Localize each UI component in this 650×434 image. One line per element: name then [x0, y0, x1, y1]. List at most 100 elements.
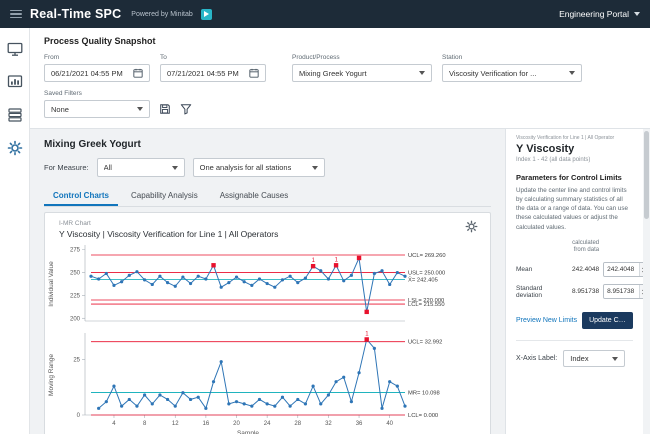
chevron-down-icon	[172, 166, 178, 170]
product-process-label: Product/Process	[292, 54, 432, 61]
server-icon	[7, 107, 23, 123]
analysis-column: Mixing Greek Yogurt For Measure: All One…	[30, 129, 505, 434]
vertical-scrollbar[interactable]	[643, 129, 650, 434]
parameters-title: Parameters for Control Limits	[516, 173, 633, 182]
chart-board-icon	[7, 74, 23, 90]
main-content: Process Quality Snapshot From 06/21/2021…	[30, 28, 650, 434]
chevron-down-icon	[634, 12, 640, 16]
analysis-mode-value: One analysis for all stations	[200, 163, 292, 172]
limits-actions: Preview New Limits Update Control Limits	[516, 312, 633, 329]
svg-text:40: 40	[386, 421, 393, 427]
svg-text:275: 275	[70, 248, 81, 254]
process-section-title: Mixing Greek Yogurt	[44, 139, 491, 150]
sidebar-nav	[0, 28, 30, 434]
svg-text:1: 1	[335, 257, 339, 263]
filter-funnel-icon	[180, 103, 192, 115]
svg-text:12: 12	[172, 421, 179, 427]
index-range-label: Index 1 - 42 (all data points)	[516, 157, 633, 163]
svg-text:8: 8	[143, 421, 147, 427]
mean-calculated-value: 242.4048	[572, 266, 599, 273]
svg-text:32: 32	[325, 421, 332, 427]
monitor-icon	[7, 41, 23, 57]
svg-text:225: 225	[70, 293, 81, 299]
svg-text:UCL= 269.260: UCL= 269.260	[408, 253, 446, 259]
mean-input-wrap	[603, 262, 643, 277]
mean-input[interactable]	[604, 263, 639, 276]
individuals-chart[interactable]: 200 225 250 275 UCL= 269.260 USL= 250.000X̄= …	[45, 241, 491, 327]
tab-assignable-causes[interactable]: Assignable Causes	[211, 186, 297, 206]
product-process-value: Mixing Greek Yogurt	[299, 69, 367, 78]
calculated-from-data-header: calculated from data	[572, 240, 599, 256]
station-value: Viscosity Verification for ...	[449, 69, 536, 78]
to-date-input[interactable]: 07/21/2021 04:55 PM	[160, 64, 266, 82]
svg-text:Individual Value: Individual Value	[48, 261, 55, 307]
for-measure-label: For Measure:	[44, 163, 89, 172]
svg-text:20: 20	[233, 421, 240, 427]
svg-text:MR= 10.098: MR= 10.098	[408, 391, 440, 397]
std-dev-calculated-value: 8.951738	[572, 288, 599, 295]
svg-text:LCL= 215.550: LCL= 215.550	[408, 302, 445, 308]
svg-text:0: 0	[77, 413, 81, 419]
save-filter-button[interactable]	[159, 103, 171, 115]
moving-range-chart[interactable]: 025481216202428323640SampleUCL= 32.992MR…	[45, 327, 491, 434]
app-root: Real-Time SPC Powered by Minitab Enginee…	[0, 0, 650, 434]
saved-filters-label: Saved Filters	[44, 90, 192, 97]
svg-text:LCL= 0.000: LCL= 0.000	[408, 413, 438, 419]
analysis-mode-select[interactable]: One analysis for all stations	[193, 158, 325, 177]
from-date-value: 06/21/2021 04:55 PM	[51, 69, 123, 78]
gear-icon	[465, 220, 478, 233]
gear-icon	[7, 140, 23, 156]
svg-text:36: 36	[356, 421, 363, 427]
portal-menu-button[interactable]: Engineering Portal	[559, 9, 640, 19]
x-axis-row: X-Axis Label: Index	[516, 350, 633, 367]
x-axis-value: Index	[570, 354, 588, 363]
svg-text:X̄= 242.405: X̄= 242.405	[408, 277, 438, 284]
update-control-limits-button[interactable]: Update Control Limits	[582, 312, 633, 329]
product-process-select[interactable]: Mixing Greek Yogurt	[292, 64, 432, 82]
svg-text:4: 4	[112, 421, 116, 427]
svg-text:USL= 250.000: USL= 250.000	[408, 271, 445, 277]
panel-title: Process Quality Snapshot	[44, 36, 636, 46]
sidebar-item-data[interactable]	[6, 106, 24, 124]
from-date-input[interactable]: 06/21/2021 04:55 PM	[44, 64, 150, 82]
to-date-value: 07/21/2021 04:55 PM	[167, 69, 239, 78]
minitab-logo-icon	[201, 9, 212, 20]
station-select[interactable]: Viscosity Verification for ...	[442, 64, 582, 82]
svg-text:16: 16	[203, 421, 210, 427]
sidebar-item-dashboards[interactable]	[6, 73, 24, 91]
scrollbar-thumb[interactable]	[644, 131, 649, 219]
workspace-columns: Mixing Greek Yogurt For Measure: All One…	[30, 129, 650, 434]
process-quality-snapshot-panel: Process Quality Snapshot From 06/21/2021…	[30, 28, 650, 129]
portal-label: Engineering Portal	[559, 9, 629, 19]
imr-chart-card: I-MR Chart Y Viscosity | Viscosity Verif…	[44, 212, 491, 434]
x-axis-select[interactable]: Index	[563, 350, 625, 367]
tab-control-charts[interactable]: Control Charts	[44, 186, 118, 206]
chart-header: I-MR Chart Y Viscosity | Viscosity Verif…	[45, 213, 490, 241]
save-icon	[159, 103, 171, 115]
svg-text:24: 24	[264, 421, 271, 427]
chevron-down-icon	[612, 357, 618, 361]
top-header: Real-Time SPC Powered by Minitab Enginee…	[0, 0, 650, 28]
station-label: Station	[442, 54, 582, 61]
svg-text:UCL= 32.992: UCL= 32.992	[408, 340, 442, 346]
svg-text:25: 25	[73, 357, 80, 363]
details-divider	[516, 340, 633, 341]
svg-text:250: 250	[70, 271, 81, 277]
chart-settings-button[interactable]	[465, 220, 478, 233]
menu-icon[interactable]	[10, 10, 22, 19]
svg-text:200: 200	[70, 316, 81, 322]
std-dev-input[interactable]	[604, 285, 639, 298]
sidebar-item-settings[interactable]	[6, 139, 24, 157]
mean-label: Mean	[516, 266, 568, 273]
sidebar-item-monitor[interactable]	[6, 40, 24, 58]
tab-capability-analysis[interactable]: Capability Analysis	[122, 186, 207, 206]
saved-filters-select[interactable]: None	[44, 100, 150, 118]
measure-title: Y Viscosity	[516, 143, 633, 155]
filter-options-button[interactable]	[180, 103, 192, 115]
svg-text:1: 1	[312, 258, 316, 264]
measure-select[interactable]: All	[97, 158, 185, 177]
preview-new-limits-button[interactable]: Preview New Limits	[516, 317, 577, 324]
chart-title: Y Viscosity | Viscosity Verification for…	[59, 229, 278, 239]
chevron-down-icon	[312, 166, 318, 170]
analysis-tabs: Control Charts Capability Analysis Assig…	[44, 186, 491, 207]
